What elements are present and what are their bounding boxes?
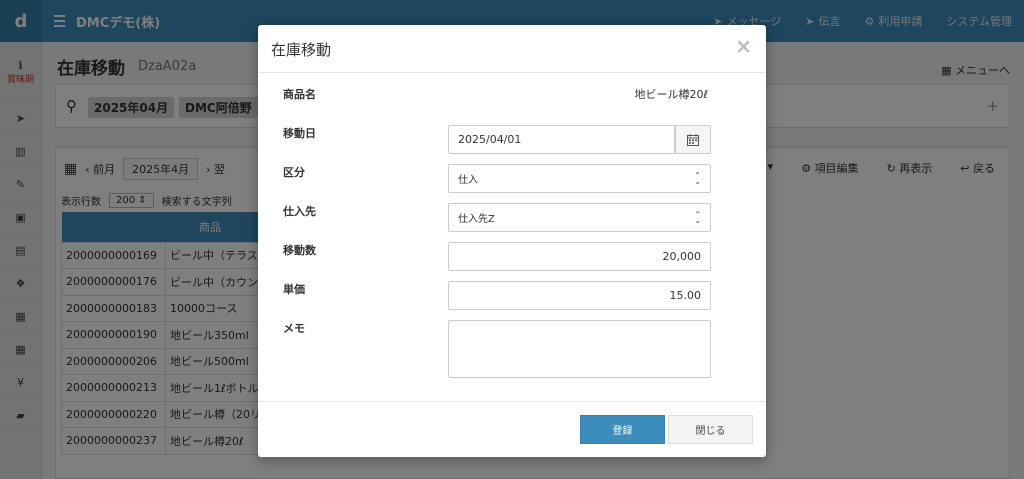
calendar-icon xyxy=(687,133,699,146)
row-date: 移動日 2025/04/01 xyxy=(258,125,766,155)
modal-footer: 登録 閉じる xyxy=(258,401,766,457)
supplier-select-value: 仕入先Z xyxy=(458,214,495,225)
select-arrows-icon: ⌃ ⌄ xyxy=(694,170,701,186)
stock-move-dialog: 在庫移動 × 商品名 地ビール樽20ℓ 移動日 2025/04/01 区分 仕入… xyxy=(258,25,766,457)
date-input[interactable]: 2025/04/01 xyxy=(448,125,675,154)
category-select-value: 仕入 xyxy=(458,175,478,186)
close-button[interactable]: 閉じる xyxy=(668,415,753,444)
row-qty: 移動数 20,000 xyxy=(258,242,766,272)
close-icon[interactable]: × xyxy=(735,34,752,58)
date-label: 移動日 xyxy=(283,127,316,140)
calendar-button[interactable] xyxy=(675,125,711,154)
row-category: 区分 仕入 ⌃ ⌄ xyxy=(258,164,766,194)
modal-title: 在庫移動 xyxy=(271,41,332,59)
price-input[interactable]: 15.00 xyxy=(448,281,711,310)
row-supplier: 仕入先 仕入先Z ⌃ ⌄ xyxy=(258,203,766,233)
row-product: 商品名 地ビール樽20ℓ xyxy=(258,86,766,116)
price-label: 単価 xyxy=(283,283,305,296)
modal-header: 在庫移動 × xyxy=(258,25,766,73)
select-arrows-icon: ⌃ ⌄ xyxy=(694,209,701,225)
row-price: 単価 15.00 xyxy=(258,281,766,311)
qty-label: 移動数 xyxy=(283,244,316,257)
memo-label: メモ xyxy=(283,322,305,335)
register-button[interactable]: 登録 xyxy=(580,415,665,444)
category-label: 区分 xyxy=(283,166,305,179)
supplier-label: 仕入先 xyxy=(283,205,316,218)
supplier-select[interactable]: 仕入先Z ⌃ ⌄ xyxy=(448,203,711,232)
category-select[interactable]: 仕入 ⌃ ⌄ xyxy=(448,164,711,193)
memo-textarea[interactable] xyxy=(448,320,711,378)
row-memo: メモ xyxy=(258,320,766,380)
product-label: 商品名 xyxy=(283,88,316,101)
product-value: 地ビール樽20ℓ xyxy=(634,88,708,101)
qty-input[interactable]: 20,000 xyxy=(448,242,711,271)
